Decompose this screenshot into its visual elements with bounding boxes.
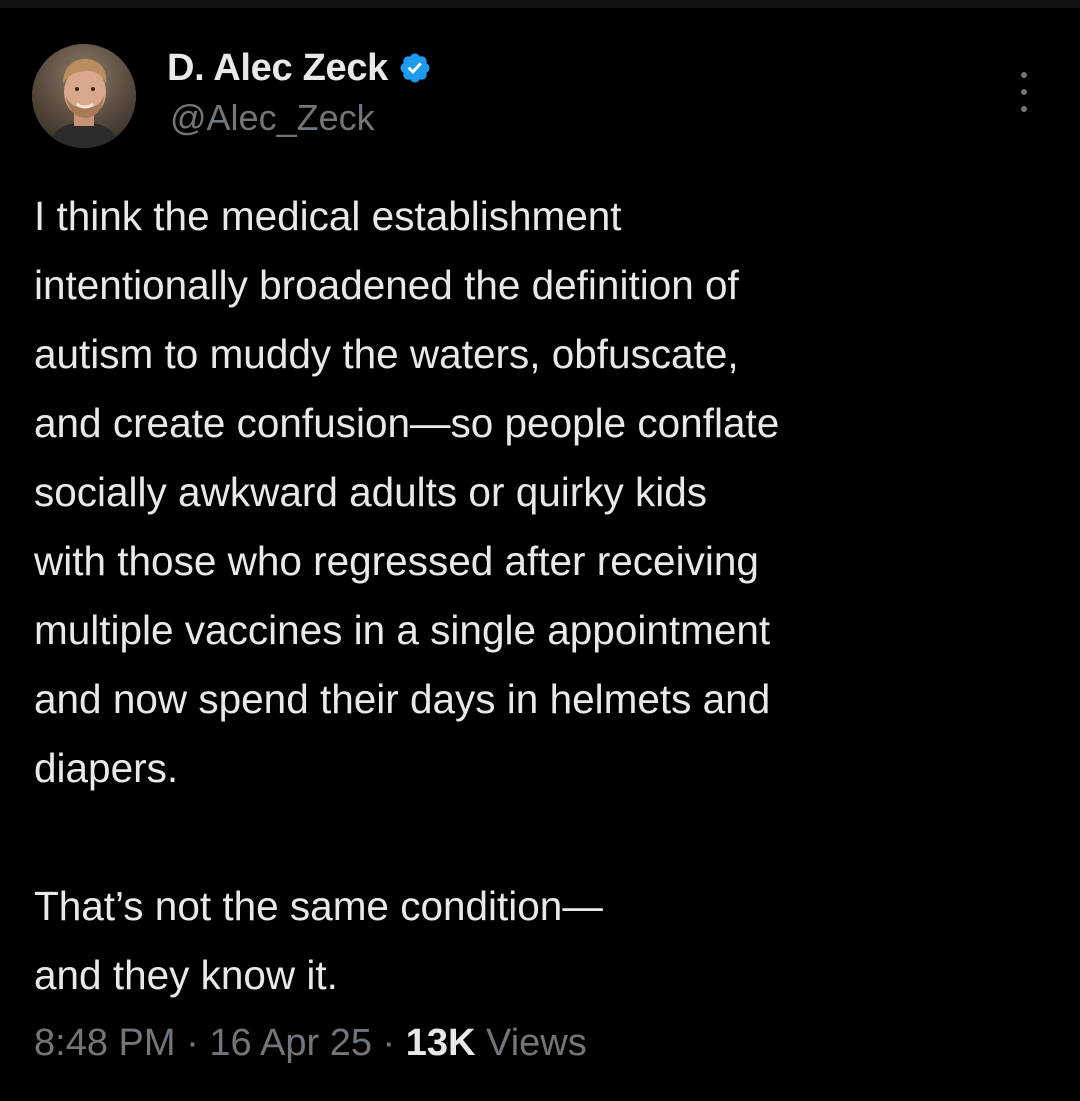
tweet-date[interactable]: 16 Apr 25 (209, 1022, 372, 1064)
more-options-icon[interactable] (1012, 72, 1036, 112)
avatar[interactable] (32, 44, 136, 148)
tweet-line: and create confusion—so people conflate (34, 400, 780, 446)
more-dot (1021, 72, 1027, 78)
views-count[interactable]: 13K (406, 1022, 476, 1064)
tweet-line: and now spend their days in helmets and (34, 676, 771, 722)
views-label: Views (475, 1022, 587, 1064)
author-name-row[interactable]: D. Alec Zeck (167, 44, 432, 92)
author-display-name[interactable]: D. Alec Zeck (167, 47, 388, 90)
tweet-line: That’s not the same condition— (34, 883, 603, 929)
tweet-line: intentionally broadened the definition o… (34, 262, 739, 308)
meta-separator: · (175, 1022, 210, 1064)
tweet-line: multiple vaccines in a single appointmen… (34, 607, 771, 653)
tweet-line: I think the medical establishment (34, 193, 622, 239)
tweet-line: with those who regressed after receiving (34, 538, 759, 584)
author-handle[interactable]: @Alec_Zeck (170, 97, 375, 139)
verified-badge-icon (400, 53, 430, 83)
tweet-meta: 8:48 PM · 16 Apr 25 · 13K Views (34, 1022, 587, 1065)
more-dot (1021, 106, 1027, 112)
more-dot (1021, 89, 1027, 95)
tweet-line: socially awkward adults or quirky kids (34, 469, 707, 515)
tweet-line: autism to muddy the waters, obfuscate, (34, 331, 739, 377)
top-divider (0, 0, 1080, 8)
meta-separator: · (372, 1022, 406, 1064)
tweet-text: I think the medical establishment intent… (34, 182, 1054, 1010)
avatar-photo (32, 44, 136, 148)
tweet-time[interactable]: 8:48 PM (34, 1022, 176, 1064)
tweet-line: diapers. (34, 745, 179, 791)
tweet-line: and they know it. (34, 952, 338, 998)
